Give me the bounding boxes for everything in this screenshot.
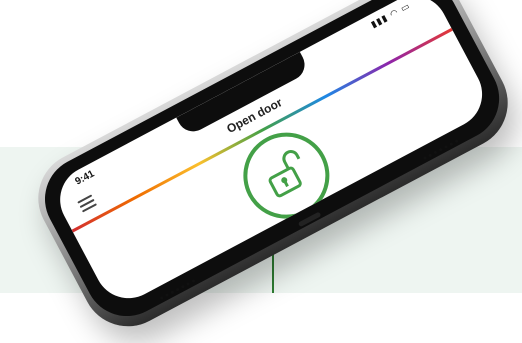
charging-port: [297, 211, 322, 228]
unlocked-padlock-icon: [268, 150, 302, 198]
status-time: 9:41: [73, 168, 97, 188]
